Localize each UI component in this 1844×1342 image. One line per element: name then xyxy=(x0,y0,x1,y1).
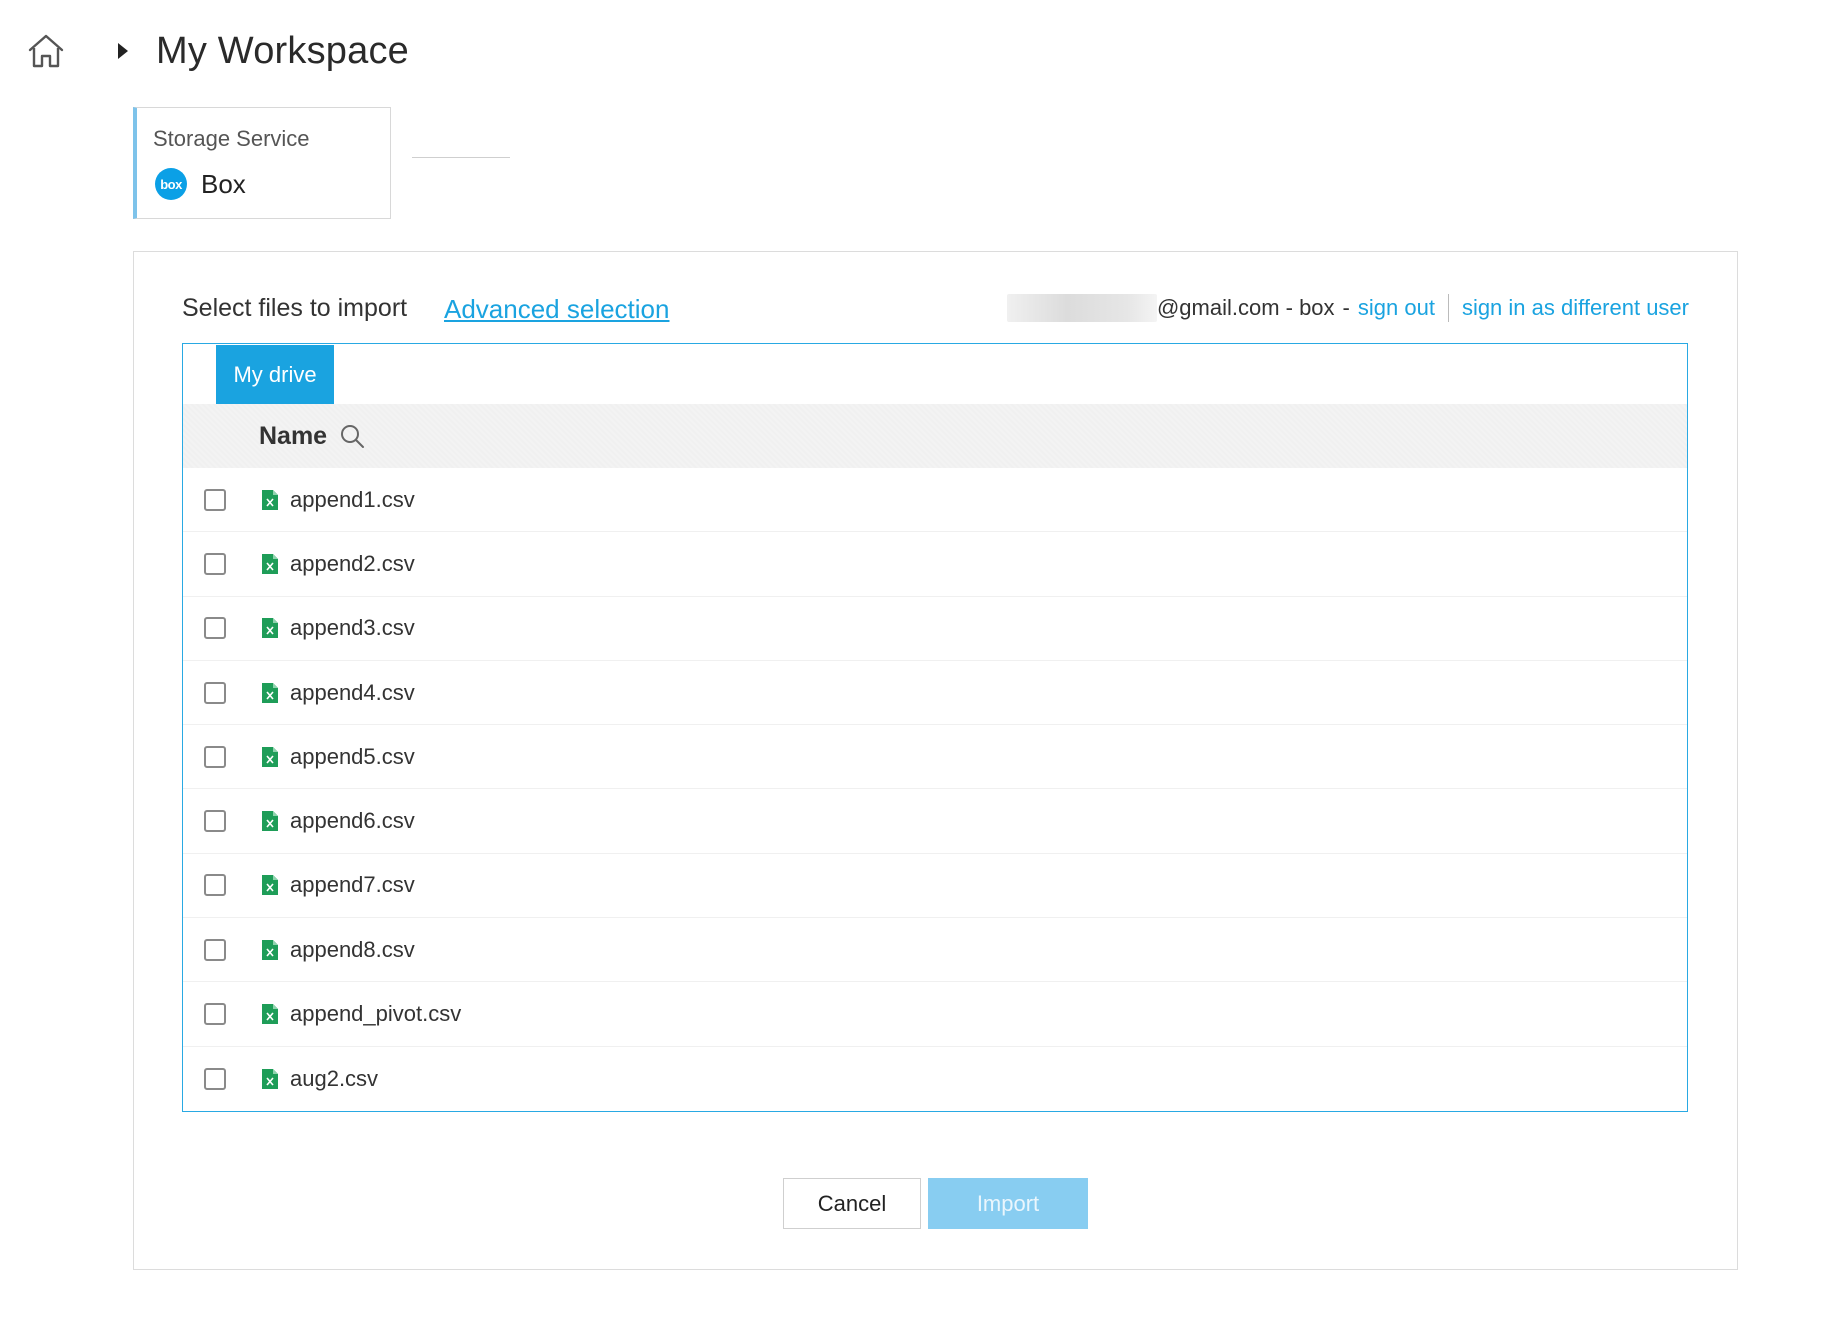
spreadsheet-file-icon xyxy=(262,1004,278,1025)
box-logo-icon: box xyxy=(155,168,187,200)
link-divider xyxy=(1447,294,1449,322)
file-name: append1.csv xyxy=(290,486,415,512)
file-name: append5.csv xyxy=(290,743,415,769)
cancel-button[interactable]: Cancel xyxy=(783,1178,921,1229)
file-checkbox[interactable] xyxy=(204,874,226,897)
file-row[interactable]: append1.csv xyxy=(183,468,1687,533)
file-checkbox[interactable] xyxy=(204,681,226,704)
search-icon[interactable] xyxy=(339,423,365,449)
account-separator: - xyxy=(1342,295,1350,320)
advanced-selection-link[interactable]: Advanced selection xyxy=(444,294,669,325)
caret-right-icon xyxy=(118,43,128,59)
home-icon[interactable] xyxy=(26,31,66,71)
name-column-label[interactable]: Name xyxy=(259,422,327,451)
name-column-header: Name xyxy=(183,404,1687,468)
spreadsheet-file-icon xyxy=(262,1068,278,1089)
file-name: append_pivot.csv xyxy=(290,1001,462,1027)
file-row[interactable]: append_pivot.csv xyxy=(183,982,1687,1047)
sign-out-link[interactable]: sign out xyxy=(1358,295,1435,321)
import-panel: Select files to import Advanced selectio… xyxy=(133,251,1738,1270)
file-checkbox[interactable] xyxy=(204,552,226,575)
file-row[interactable]: append7.csv xyxy=(183,854,1687,919)
file-name: append2.csv xyxy=(290,550,415,576)
file-name: append6.csv xyxy=(290,808,415,834)
file-list: append1.csv append2.csv append3.csv append4… xyxy=(183,468,1687,1111)
file-checkbox[interactable] xyxy=(204,938,226,961)
spreadsheet-file-icon xyxy=(262,811,278,832)
file-name: append7.csv xyxy=(290,872,415,898)
tab-my-drive[interactable]: My drive xyxy=(216,345,334,404)
file-row[interactable]: aug2.csv xyxy=(183,1047,1687,1111)
file-row[interactable]: append2.csv xyxy=(183,532,1687,597)
storage-service-label: Storage Service xyxy=(153,126,310,151)
spreadsheet-file-icon xyxy=(262,939,278,960)
file-row[interactable]: append3.csv xyxy=(183,597,1687,661)
file-row[interactable]: append5.csv xyxy=(183,725,1687,790)
spreadsheet-file-icon xyxy=(262,553,278,574)
account-email: @gmail.com - box xyxy=(1156,295,1335,320)
page-title: My Workspace xyxy=(156,29,409,72)
sign-in-different-user-link[interactable]: sign in as different user xyxy=(1462,295,1689,321)
spreadsheet-file-icon xyxy=(262,875,278,896)
file-checkbox[interactable] xyxy=(204,617,226,640)
file-name: append3.csv xyxy=(290,615,415,641)
file-checkbox[interactable] xyxy=(204,1067,226,1090)
header-bar: My Workspace xyxy=(26,30,409,72)
file-name: aug2.csv xyxy=(290,1065,379,1091)
spreadsheet-file-icon xyxy=(262,682,278,703)
file-name: append8.csv xyxy=(290,936,415,962)
service-name: Box xyxy=(201,168,246,199)
file-checkbox[interactable] xyxy=(204,810,226,833)
file-row[interactable]: append8.csv xyxy=(183,918,1687,983)
file-row[interactable]: append4.csv xyxy=(183,661,1687,726)
file-checkbox[interactable] xyxy=(204,745,226,768)
select-files-title: Select files to import xyxy=(182,294,408,322)
spreadsheet-file-icon xyxy=(262,618,278,639)
file-checkbox[interactable] xyxy=(204,488,226,511)
account-info: @gmail.com - box - sign out sign in as d… xyxy=(1006,294,1689,322)
import-button[interactable]: Import xyxy=(928,1178,1088,1229)
service-row: box Box xyxy=(155,168,246,200)
file-checkbox[interactable] xyxy=(204,1003,226,1026)
file-row[interactable]: append6.csv xyxy=(183,789,1687,854)
storage-service-card[interactable]: Storage Service box Box xyxy=(133,107,391,219)
spreadsheet-file-icon xyxy=(262,746,278,767)
service-divider xyxy=(412,157,510,158)
file-browser: My drive Name append1.csv append2.csv appe… xyxy=(182,343,1688,1112)
spreadsheet-file-icon xyxy=(262,489,278,510)
redacted-email xyxy=(1006,294,1157,322)
file-name: append4.csv xyxy=(290,679,415,705)
